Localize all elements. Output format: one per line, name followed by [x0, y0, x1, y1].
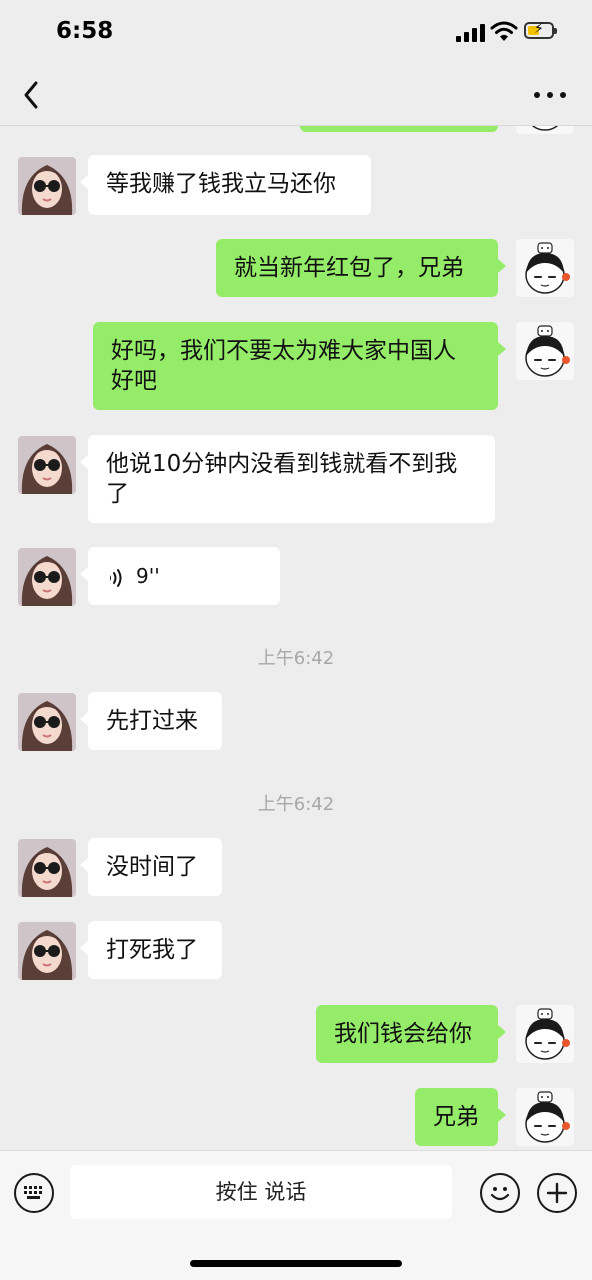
avatar-self[interactable]	[516, 239, 574, 297]
avatar-self[interactable]	[516, 1088, 574, 1146]
message-bubble-outgoing[interactable]: 兄弟	[415, 1088, 506, 1146]
emoji-button[interactable]	[480, 1173, 520, 1213]
more-button[interactable]	[532, 86, 568, 102]
message-bubble-outgoing[interactable]: 就当新年红包了，兄弟	[216, 239, 506, 297]
nav-bar	[0, 64, 592, 126]
wifi-icon	[490, 20, 518, 42]
status-bar: 6:58 ⚡	[0, 0, 592, 64]
cartoon-avatar	[516, 126, 574, 134]
time-stamp: 上午6:42	[257, 794, 335, 815]
cartoon-avatar	[516, 1005, 574, 1063]
home-indicator	[190, 1260, 402, 1267]
plus-icon	[546, 1182, 568, 1204]
avatar-contact[interactable]	[18, 436, 76, 494]
voice-duration: 9''	[136, 564, 160, 588]
cartoon-avatar	[516, 1088, 574, 1146]
cellular-signal-icon	[456, 24, 486, 42]
avatar-contact[interactable]	[18, 922, 76, 980]
message-bubble-incoming[interactable]: 先打过来	[80, 692, 222, 750]
message-bubble-incoming[interactable]: 没时间了	[80, 838, 222, 896]
voice-message-bubble[interactable]: 9''	[80, 547, 280, 605]
avatar-contact[interactable]	[18, 839, 76, 897]
contact-photo	[18, 157, 76, 215]
hold-to-talk-button[interactable]: 按住 说话	[70, 1165, 452, 1219]
voice-waves-icon	[110, 569, 122, 587]
contact-photo	[18, 922, 76, 980]
keyboard-icon	[24, 1186, 42, 1199]
message-bubble-incoming[interactable]: 等我赚了钱我立马还你	[80, 155, 371, 215]
contact-photo	[18, 839, 76, 897]
chat-area[interactable]: 等我赚了钱我立马还你 就当新年红包了，兄弟 好吗，我们不要太为难大家中国人 好吧…	[0, 126, 592, 1148]
back-button[interactable]	[18, 78, 50, 112]
partial-message-bubble[interactable]	[300, 126, 498, 132]
keyboard-toggle-button[interactable]	[14, 1173, 54, 1213]
status-time: 6:58	[56, 18, 114, 44]
message-bubble-outgoing[interactable]: 好吗，我们不要太为难大家中国人 好吧	[93, 322, 506, 410]
contact-photo	[18, 436, 76, 494]
cartoon-avatar	[516, 239, 574, 297]
avatar-self[interactable]	[516, 322, 574, 380]
emoji-icon	[490, 1187, 510, 1201]
avatar-contact[interactable]	[18, 157, 76, 215]
avatar-contact[interactable]	[18, 693, 76, 751]
message-bubble-outgoing[interactable]: 我们钱会给你	[316, 1005, 506, 1063]
avatar-self[interactable]	[516, 126, 574, 134]
message-bubble-incoming[interactable]: 他说10分钟内没看到钱就看不到我 了	[80, 435, 495, 523]
chevron-left-icon	[24, 81, 38, 109]
chat-title	[270, 82, 326, 108]
avatar-self[interactable]	[516, 1005, 574, 1063]
message-bubble-incoming[interactable]: 打死我了	[80, 921, 222, 979]
battery-icon: ⚡	[524, 21, 557, 39]
add-button[interactable]	[537, 1173, 577, 1213]
contact-photo	[18, 548, 76, 606]
cartoon-avatar	[516, 322, 574, 380]
contact-photo	[18, 693, 76, 751]
avatar-contact[interactable]	[18, 548, 76, 606]
time-stamp: 上午6:42	[257, 648, 335, 669]
